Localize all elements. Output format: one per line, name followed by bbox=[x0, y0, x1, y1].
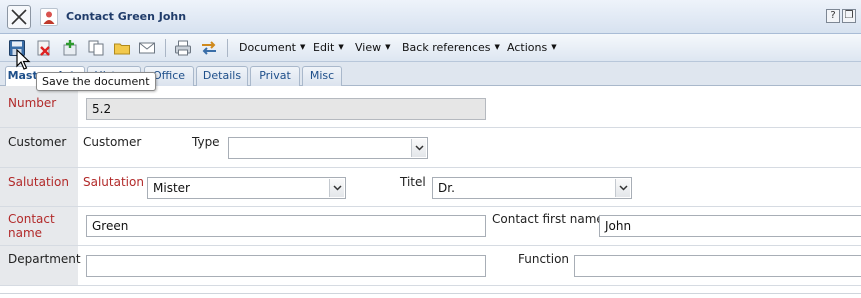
department-label: Department bbox=[8, 252, 81, 266]
transfer-icon[interactable] bbox=[200, 39, 218, 57]
salutation-label: Salutation bbox=[8, 175, 69, 189]
form-bottom-border bbox=[0, 293, 861, 294]
toolbar-separator bbox=[165, 39, 166, 57]
contact-first-name-label: Contact first name bbox=[492, 212, 604, 226]
menu-edit[interactable]: Edit ▼ bbox=[313, 41, 344, 54]
salutation-row: Salutation Salutation Mister Titel Dr. bbox=[0, 168, 861, 207]
contact-name-label-cell: Contact name bbox=[0, 207, 78, 245]
number-label: Number bbox=[8, 96, 57, 110]
customer-text: Customer bbox=[83, 135, 142, 149]
first-name-field[interactable]: John bbox=[599, 215, 861, 237]
save-tooltip: Save the document bbox=[36, 72, 156, 91]
menu-document[interactable]: Document ▼ bbox=[239, 41, 305, 54]
mouse-pointer-icon bbox=[16, 48, 32, 74]
contact-name-label-line2: name bbox=[8, 226, 43, 240]
print-icon[interactable] bbox=[174, 39, 192, 57]
titel-label: Titel bbox=[400, 175, 426, 189]
chevron-down-icon bbox=[615, 179, 630, 197]
toolbar: Document ▼ Edit ▼ View ▼ Back references ▼ A… bbox=[0, 34, 861, 62]
salutation-inner-label: Salutation bbox=[83, 175, 144, 189]
department-label-cell: Department bbox=[0, 246, 81, 285]
mail-icon[interactable] bbox=[138, 39, 156, 57]
customer-label: Customer bbox=[8, 135, 67, 149]
customer-row: Customer Customer Type bbox=[0, 128, 861, 168]
salutation-label-cell: Salutation bbox=[0, 168, 78, 206]
copy-icon[interactable] bbox=[87, 39, 105, 57]
salutation-select[interactable]: Mister bbox=[147, 177, 346, 199]
number-label-cell: Number bbox=[0, 86, 78, 127]
tab-misc[interactable]: Misc bbox=[302, 66, 342, 86]
number-row: Number 5.2 bbox=[0, 86, 861, 128]
type-label: Type bbox=[192, 135, 220, 149]
department-field[interactable] bbox=[86, 255, 486, 277]
menu-actions[interactable]: Actions ▼ bbox=[507, 41, 557, 54]
menu-view[interactable]: View ▼ bbox=[355, 41, 391, 54]
delete-icon[interactable] bbox=[35, 39, 53, 57]
function-field[interactable] bbox=[574, 255, 861, 277]
contact-name-label-line1: Contact bbox=[8, 212, 55, 226]
window-title: Contact Green John bbox=[66, 10, 187, 23]
contact-name-row: Contact name Green Contact first name Jo… bbox=[0, 207, 861, 246]
type-select[interactable] bbox=[228, 137, 428, 159]
folder-icon[interactable] bbox=[113, 39, 131, 57]
window-titlebar: Contact Green John ? ❐ bbox=[0, 0, 861, 34]
toolbar-separator bbox=[227, 39, 228, 57]
last-name-field[interactable]: Green bbox=[86, 215, 486, 237]
chevron-down-icon bbox=[329, 179, 344, 197]
customer-label-cell: Customer bbox=[0, 128, 78, 167]
contact-form: Number 5.2 Customer Customer Type Saluta… bbox=[0, 86, 861, 298]
salutation-select-value: Mister bbox=[153, 181, 190, 195]
tab-privat[interactable]: Privat bbox=[250, 66, 300, 86]
titel-select[interactable]: Dr. bbox=[432, 177, 632, 199]
contact-person-icon bbox=[40, 8, 58, 26]
chevron-down-icon bbox=[411, 139, 426, 157]
help-button[interactable]: ? bbox=[826, 9, 840, 23]
number-field[interactable]: 5.2 bbox=[86, 98, 486, 120]
add-icon[interactable] bbox=[61, 39, 79, 57]
department-row: Department Function bbox=[0, 246, 861, 286]
menu-back-references[interactable]: Back references ▼ bbox=[402, 41, 500, 54]
window-mode-button[interactable]: ❐ bbox=[842, 9, 856, 23]
titel-select-value: Dr. bbox=[438, 181, 455, 195]
function-label: Function bbox=[518, 252, 570, 266]
close-icon[interactable] bbox=[7, 5, 31, 29]
tab-details[interactable]: Details bbox=[196, 66, 248, 86]
